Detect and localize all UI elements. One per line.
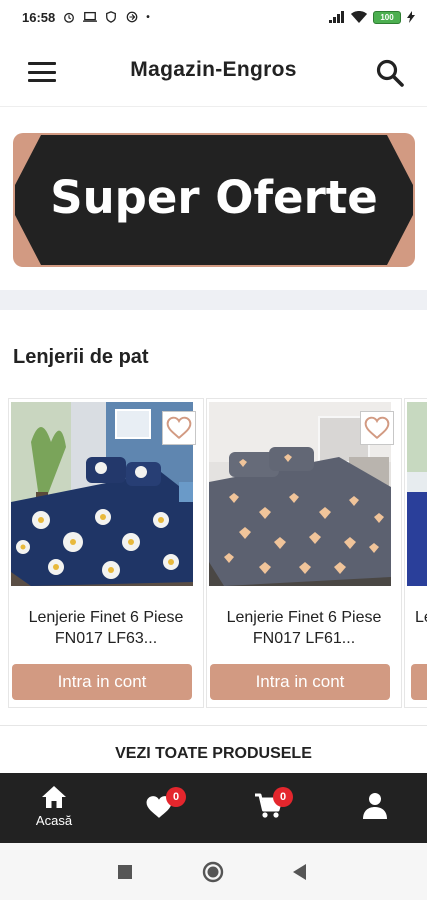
shield-icon xyxy=(106,11,117,23)
battery-icon: 100 xyxy=(373,10,401,24)
login-button[interactable]: Intra in cont xyxy=(12,664,192,700)
product-name[interactable]: Lenjerie Finet 6 Piese FN017 LF61... xyxy=(207,607,401,649)
bottom-nav: Acasă 0 0 xyxy=(0,773,427,843)
status-time: 16:58 xyxy=(22,9,56,25)
wifi-icon xyxy=(351,11,367,23)
recent-apps-icon[interactable] xyxy=(118,865,132,879)
laptop-icon xyxy=(83,11,98,22)
login-button[interactable] xyxy=(411,664,427,700)
section-divider xyxy=(0,290,427,310)
nav-home-label: Acasă xyxy=(35,813,73,828)
home-icon xyxy=(42,786,66,808)
section-title: Lenjerii de pat xyxy=(13,346,149,368)
favorite-button[interactable] xyxy=(162,411,196,445)
charging-icon xyxy=(407,11,415,23)
notification-dot-icon: • xyxy=(146,11,150,23)
heart-icon xyxy=(364,416,390,440)
product-card[interactable]: Le xyxy=(404,398,427,708)
android-nav-bar xyxy=(0,843,427,900)
nav-account[interactable] xyxy=(355,773,395,843)
product-image[interactable] xyxy=(407,402,427,586)
product-name[interactable]: Le xyxy=(405,607,427,628)
nav-home[interactable]: Acasă xyxy=(30,773,78,843)
back-icon[interactable] xyxy=(293,864,307,880)
favorite-button[interactable] xyxy=(360,411,394,445)
cart-badge: 0 xyxy=(273,787,293,807)
signal-icon xyxy=(329,11,344,23)
app-header: Magazin-Engros xyxy=(0,34,427,107)
sync-icon xyxy=(126,11,138,23)
alarm-icon xyxy=(64,12,75,23)
product-name[interactable]: Lenjerie Finet 6 Piese FN017 LF63... xyxy=(9,607,203,649)
login-button[interactable]: Intra in cont xyxy=(210,664,390,700)
product-card[interactable]: Lenjerie Finet 6 Piese FN017 LF63... Int… xyxy=(8,398,204,708)
product-card[interactable]: Lenjerie Finet 6 Piese FN017 LF61... Int… xyxy=(206,398,402,708)
heart-icon xyxy=(166,416,192,440)
home-circle-icon[interactable] xyxy=(202,861,224,883)
user-icon xyxy=(363,793,387,819)
search-icon[interactable] xyxy=(375,58,405,88)
nav-cart[interactable]: 0 xyxy=(250,773,300,843)
favorites-badge: 0 xyxy=(166,787,186,807)
nav-favorites[interactable]: 0 xyxy=(140,773,190,843)
see-all-products-link[interactable]: VEZI TOATE PRODUSELE xyxy=(0,725,427,773)
banner-title: Super Oferte xyxy=(50,171,378,224)
app-title: Magazin-Engros xyxy=(130,58,297,81)
status-bar: 16:58 • 100 xyxy=(0,0,427,34)
promo-banner[interactable]: Super Oferte xyxy=(13,133,415,267)
